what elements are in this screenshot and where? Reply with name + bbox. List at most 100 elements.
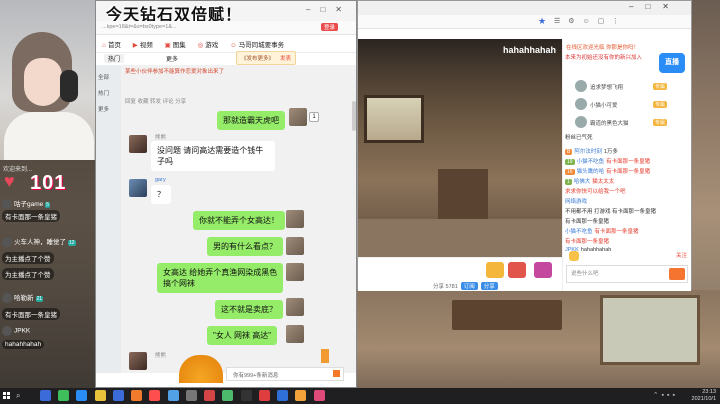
danmaku-message: 为主播点了个赞 bbox=[2, 268, 54, 280]
scrollbar[interactable] bbox=[352, 101, 356, 131]
douyu-icon[interactable] bbox=[131, 390, 143, 401]
wallpaper-table bbox=[452, 300, 562, 330]
share-button[interactable]: 分享 bbox=[480, 282, 498, 290]
thumbs-up-icon[interactable]: 1 bbox=[309, 112, 319, 122]
danmaku-row: 哈勒新 21 bbox=[2, 292, 44, 304]
nav-game[interactable]: ◎ 游戏 bbox=[198, 42, 219, 49]
follow-button[interactable]: 关注 bbox=[676, 251, 687, 259]
sidebar-hot[interactable]: 热门 bbox=[98, 89, 119, 97]
new-messages-text: 你有999+条新消息 bbox=[233, 373, 279, 379]
music-icon[interactable] bbox=[149, 390, 161, 401]
clock[interactable]: 23:13 2021/10/1 bbox=[692, 389, 716, 403]
login-button[interactable]: 登录 bbox=[320, 23, 338, 31]
app-icon[interactable] bbox=[277, 390, 289, 401]
chat-input[interactable]: 说些什么吧 bbox=[566, 265, 688, 283]
qq-browser-icon[interactable] bbox=[112, 390, 124, 401]
bookmark-star-icon[interactable]: ★ bbox=[538, 16, 546, 27]
address-bar[interactable]: ...kpe=18&t=&s=bs0type=1&... 登录 bbox=[96, 21, 356, 35]
contact-avatar[interactable] bbox=[129, 352, 147, 370]
app-icon[interactable] bbox=[295, 390, 307, 401]
video-title: hahahhahah bbox=[502, 45, 556, 55]
danmaku-user: 咕子game bbox=[14, 201, 44, 208]
rank-name: 霸道的黑色大猫 bbox=[590, 121, 629, 127]
folder-icon[interactable] bbox=[94, 390, 106, 401]
level-badge: 1 bbox=[565, 179, 572, 185]
my-avatar[interactable] bbox=[286, 298, 304, 316]
rank-row[interactable]: 霸道的黑色大猫 专属 bbox=[565, 115, 689, 131]
feed-user[interactable]: 哈佛大 bbox=[574, 179, 591, 185]
rank-badge: 专属 bbox=[653, 119, 668, 126]
feed-message: 求求你快可以给我一个吧 bbox=[565, 187, 689, 197]
sidebar-more[interactable]: 更多 bbox=[98, 105, 119, 113]
contact-avatar[interactable] bbox=[129, 135, 147, 153]
qq-icon[interactable] bbox=[167, 390, 179, 401]
gift-icon[interactable] bbox=[508, 262, 526, 278]
new-messages-bar[interactable]: 你有999+条新消息 bbox=[226, 367, 344, 381]
hot-tab[interactable]: 热门 bbox=[104, 54, 125, 63]
feed-user[interactable]: 小猫不吃鱼 bbox=[577, 159, 605, 165]
nav-gallery[interactable]: ▣ 图集 bbox=[165, 42, 186, 49]
publish-action[interactable]: 发表 bbox=[280, 56, 291, 62]
system-tray-icons[interactable]: ⌃▪▪▪ bbox=[653, 391, 678, 399]
feed-text: 1万多 bbox=[603, 149, 618, 155]
gift-icon[interactable] bbox=[534, 262, 552, 278]
app-icon[interactable] bbox=[313, 390, 325, 401]
my-avatar[interactable] bbox=[286, 325, 304, 343]
feed-user[interactable]: 小猫不吃鱼 bbox=[565, 229, 593, 235]
search-icon[interactable]: ⌕ bbox=[16, 391, 20, 401]
nav-video[interactable]: ▶ 视频 bbox=[133, 42, 153, 49]
feed-user[interactable]: 网络游戏 bbox=[565, 199, 587, 205]
nav-home[interactable]: ⌂ 首页 bbox=[102, 42, 121, 49]
chat-bubble-me: 你就不能弄个女高达！ bbox=[193, 211, 285, 230]
gift-icon[interactable] bbox=[569, 251, 579, 261]
clock-time: 23:13 bbox=[702, 389, 716, 395]
wechat-icon[interactable] bbox=[58, 390, 70, 401]
app-icon[interactable] bbox=[222, 390, 234, 401]
orange-side-button[interactable] bbox=[321, 349, 329, 363]
app-icon[interactable] bbox=[240, 390, 252, 401]
browser-toolbar: ★ ☰⚙☺▢⋮ bbox=[358, 15, 691, 29]
my-avatar[interactable] bbox=[286, 237, 304, 255]
panel-notice: 在线区欢迎光临 你那是你吗！ bbox=[566, 45, 640, 51]
panel-ad[interactable]: 本来为初始还没有你的新兴加入 直播 bbox=[565, 53, 689, 73]
my-avatar[interactable] bbox=[286, 210, 304, 228]
nav-local[interactable]: ☺ 马哥同城要事务 bbox=[230, 42, 284, 49]
rank-row[interactable]: 小猫小可爱 专属 bbox=[565, 97, 689, 113]
toolbar-icons[interactable]: ☰⚙☺▢⋮ bbox=[554, 17, 627, 25]
gift-icon[interactable] bbox=[486, 262, 504, 278]
sender-name: 熊熊 bbox=[155, 353, 167, 359]
address-text: ...kpe=18&t=&s=bs0type=1&... bbox=[102, 24, 177, 30]
window-controls[interactable]: –□✕ bbox=[629, 2, 681, 11]
app-icon[interactable] bbox=[258, 390, 270, 401]
contact-avatar[interactable] bbox=[129, 179, 147, 197]
sidebar-all[interactable]: 全部 bbox=[98, 73, 119, 81]
subscribe-button[interactable]: 订阅 bbox=[460, 282, 478, 290]
post-actions[interactable]: 回复 收藏 转发 评论 分享 bbox=[125, 97, 186, 105]
feed-user[interactable]: 猫头鹰的哈 bbox=[577, 169, 605, 175]
game-icon: ◎ bbox=[197, 42, 204, 49]
danmaku-overlay: 欢迎来到... ♥ 101 咕子game 5 有卡面那一条皇猪 火车人神，睡觉了 12 为… bbox=[0, 160, 95, 388]
rank-row[interactable]: 追求梦想飞翔 专属 bbox=[565, 79, 689, 95]
feed-user[interactable]: 阿尔法时刻 bbox=[574, 149, 602, 155]
edge-icon[interactable] bbox=[76, 390, 88, 401]
avatar[interactable] bbox=[2, 199, 12, 210]
my-avatar[interactable] bbox=[289, 108, 307, 126]
avatar[interactable] bbox=[2, 293, 12, 304]
publish-popup[interactable]: 《发布更多》 发表 bbox=[236, 51, 297, 65]
chat-titlebar: 今天钻石双倍赋！ –□✕ bbox=[96, 1, 356, 24]
steam-icon[interactable] bbox=[185, 390, 197, 401]
more-tab[interactable]: 更多 bbox=[166, 54, 178, 63]
my-avatar[interactable] bbox=[286, 263, 304, 281]
rank-tip: 粉丝已气死 bbox=[565, 135, 593, 141]
obs-icon[interactable] bbox=[204, 390, 216, 401]
window-controls[interactable]: –□✕ bbox=[306, 5, 352, 14]
avatar[interactable] bbox=[2, 326, 12, 336]
avatar[interactable] bbox=[2, 237, 12, 248]
danmaku-row: hahahhahah bbox=[2, 340, 45, 349]
close-icon[interactable] bbox=[333, 370, 340, 377]
stream-video[interactable]: hahahhahah bbox=[358, 39, 562, 257]
windows-start-icon[interactable] bbox=[3, 392, 11, 400]
taskview-icon[interactable] bbox=[40, 390, 51, 401]
send-button[interactable] bbox=[669, 268, 685, 280]
feed-message: 1 哈佛大 猫太太太 bbox=[565, 177, 689, 187]
